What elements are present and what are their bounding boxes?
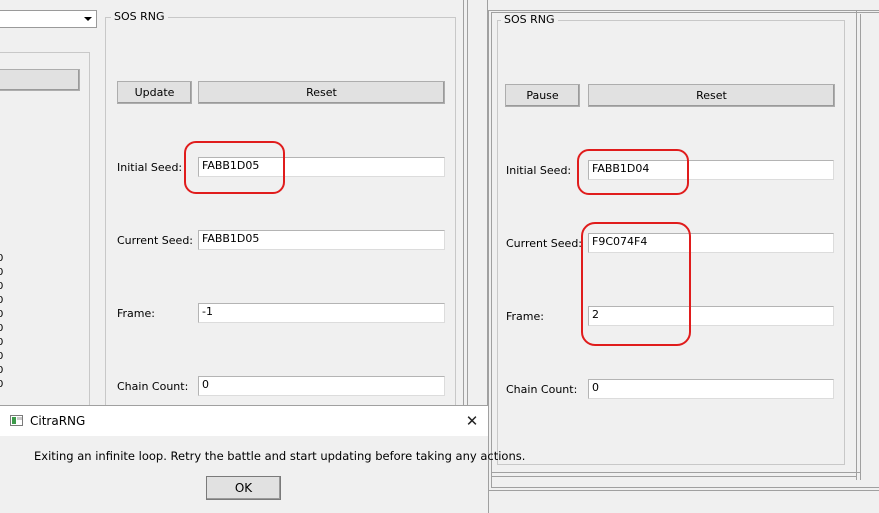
- clipped-button[interactable]: [0, 69, 80, 91]
- chain-count-label: Chain Count:: [117, 380, 189, 393]
- dialog-message: Exiting an infinite loop. Retry the batt…: [34, 449, 526, 463]
- frame-label: Frame:: [117, 307, 155, 320]
- frame-bottom-line-2: [491, 476, 857, 477]
- update-button[interactable]: Update: [117, 81, 192, 104]
- app-icon: [10, 415, 23, 426]
- list-item: 0: [0, 351, 4, 362]
- list-item: 0: [0, 309, 4, 320]
- clipped-list: 0 0 0 0 0 0 0 0 0 0: [0, 254, 8, 404]
- left-window-border-2: [467, 0, 468, 405]
- initial-seed-label: Initial Seed:: [117, 161, 183, 174]
- list-item: 0: [0, 323, 4, 334]
- list-item: 0: [0, 267, 4, 278]
- initial-seed-label: Initial Seed:: [506, 164, 572, 177]
- sos-rng-group: [105, 17, 456, 417]
- chevron-down-icon[interactable]: [82, 13, 94, 25]
- close-icon[interactable]: ✕: [458, 411, 486, 431]
- group-title: SOS RNG: [111, 10, 168, 24]
- right-window: SOS RNG Pause Reset Initial Seed: FABB1D…: [488, 0, 879, 513]
- group-title: SOS RNG: [501, 13, 558, 27]
- current-seed-label: Current Seed:: [506, 237, 583, 250]
- chain-count-field[interactable]: 0: [588, 379, 834, 399]
- dialog-title-bar[interactable]: CitraRNG ✕: [0, 406, 488, 436]
- list-item: 0: [0, 281, 4, 292]
- ok-button[interactable]: OK: [206, 476, 281, 500]
- highlight-oval-seed-frame: [581, 222, 691, 346]
- list-item: 0: [0, 379, 4, 390]
- highlight-oval-initial-seed: [184, 141, 285, 194]
- reset-button[interactable]: Reset: [588, 84, 835, 107]
- list-item: 0: [0, 365, 4, 376]
- combo-box[interactable]: [0, 10, 97, 28]
- current-seed-label: Current Seed:: [117, 234, 194, 247]
- list-item: 0: [0, 337, 4, 348]
- reset-button[interactable]: Reset: [198, 81, 445, 104]
- current-seed-field[interactable]: FABB1D05: [198, 230, 445, 250]
- frame-bottom-line: [491, 472, 861, 473]
- message-dialog: CitraRNG ✕ Exiting an infinite loop. Ret…: [0, 405, 525, 513]
- frame-label: Frame:: [506, 310, 544, 323]
- chain-count-field[interactable]: 0: [198, 376, 445, 396]
- highlight-oval-initial-seed: [577, 149, 689, 195]
- list-item: 0: [0, 253, 4, 264]
- dialog-title: CitraRNG: [30, 414, 86, 428]
- left-clipped-group: [0, 52, 90, 412]
- left-window-border: [463, 0, 464, 405]
- list-item: 0: [0, 295, 4, 306]
- chain-count-label: Chain Count:: [506, 383, 578, 396]
- frame-field[interactable]: -1: [198, 303, 445, 323]
- frame-line-right: [856, 10, 857, 480]
- pause-button[interactable]: Pause: [505, 84, 580, 107]
- frame-line-right-2: [860, 14, 861, 480]
